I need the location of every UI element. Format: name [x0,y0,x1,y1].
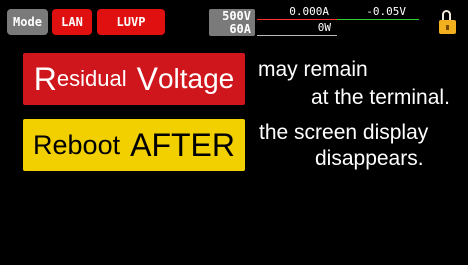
rating-badge: 500V 60A [209,9,255,36]
yellow-text-line-1: the screen display [259,121,429,144]
current-readout: 0.000A [289,5,329,18]
banner-reboot: Reboot [33,129,121,160]
status-bar: Mode LAN LUVP 500V 60A 0.000A -0.05V 0W [0,0,468,40]
banner-v: V [136,60,158,97]
voltage-readout: -0.05V [366,5,406,18]
yellow-text-line-2: disappears. [315,147,424,170]
lock-keyhole [446,25,449,30]
residual-voltage-banner: Residual Voltage [23,53,245,105]
current-underline [257,19,337,20]
lan-indicator[interactable]: LAN [52,9,92,35]
luvp-indicator[interactable]: LUVP [97,9,165,35]
power-readout: 0W [317,21,331,34]
banner-r: R [33,60,57,97]
banner-esidual: esidual [56,66,127,91]
rated-current: 60A [229,22,251,36]
power-underline [257,35,337,36]
red-text-line-2: at the terminal. [311,86,450,109]
voltage-underline [337,19,419,20]
reboot-after-banner: Reboot AFTER [23,119,245,171]
mode-button[interactable]: Mode [7,9,48,35]
red-text-line-1: may remain [258,58,368,81]
banner-after: AFTER [130,126,235,163]
banner-oltage: oltage [157,63,235,94]
